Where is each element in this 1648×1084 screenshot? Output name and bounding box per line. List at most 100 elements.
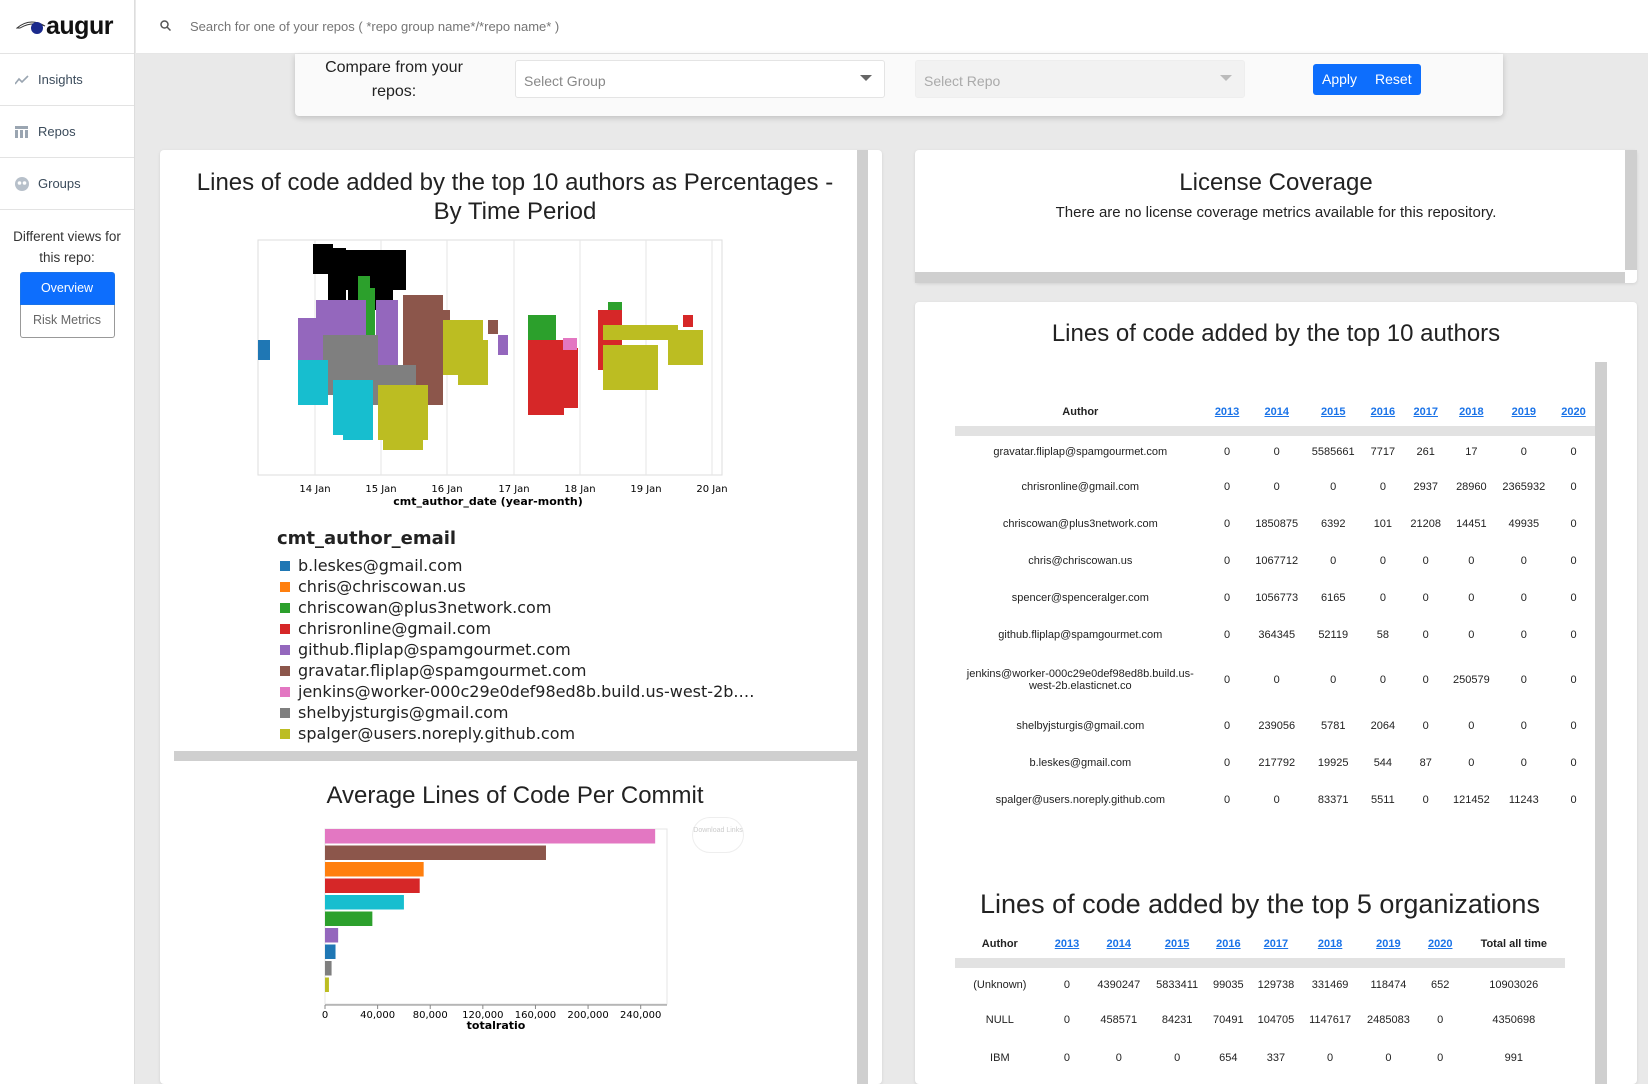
- bar: [325, 944, 336, 959]
- column-header-2013[interactable]: 2013: [1044, 930, 1090, 968]
- bar: [325, 845, 546, 860]
- license-hscrollbar[interactable]: [915, 272, 1625, 283]
- table-cell: 0: [1063, 978, 1071, 991]
- column-header-2019[interactable]: 2019: [1358, 930, 1418, 968]
- apply-button[interactable]: Apply: [1313, 64, 1366, 95]
- views-label: Different views for this repo:: [13, 229, 121, 265]
- table-cell: 121452: [1453, 793, 1490, 806]
- table-cell: 0: [1437, 1014, 1444, 1026]
- table-cell: 0: [1520, 756, 1527, 769]
- column-header-2020[interactable]: 2020: [1552, 398, 1595, 436]
- table-cell: 0: [1570, 446, 1577, 458]
- area-segment: [683, 315, 693, 327]
- x-tick-label: 15 Jan: [365, 484, 396, 495]
- x-axis-label: totalratio: [467, 1019, 526, 1032]
- table-cell: 458571: [1100, 1014, 1138, 1026]
- table-cell: 4350698: [1492, 1014, 1536, 1026]
- sidebar-item-groups[interactable]: Groups: [0, 158, 134, 210]
- sidebar-item-insights[interactable]: Insights: [0, 54, 134, 106]
- table-cell: 19925: [1317, 756, 1349, 769]
- row-label: github.fliplap@spamgourmet.com: [998, 628, 1163, 641]
- augur-logo[interactable]: augur: [0, 0, 134, 54]
- column-header-2015[interactable]: 2015: [1148, 930, 1207, 968]
- column-header-2018[interactable]: 2018: [1447, 398, 1496, 436]
- column-header-2014[interactable]: 2014: [1248, 398, 1305, 436]
- table-icon: [15, 125, 29, 139]
- table-cell: 0: [1379, 591, 1386, 604]
- chevron-down-icon: [1220, 75, 1232, 81]
- table-row: chrisronline@gmail.com 0 0 0 0 2937 28960 23659…: [955, 468, 1595, 505]
- reset-button[interactable]: Reset: [1366, 64, 1421, 95]
- sidebar-item-label: Repos: [38, 124, 76, 139]
- orgs-table: Author 2013 2014 2015 2016 2017 2018 2019 2020 To…: [955, 930, 1565, 1077]
- table-cell: 118474: [1370, 978, 1407, 991]
- area-chart: 14 Jan 15 Jan 16 Jan 17 Jan 18 Jan 19 Jan 20 J…: [257, 239, 728, 508]
- table-cell: 0: [1385, 1052, 1392, 1064]
- legend-swatch: [280, 728, 290, 739]
- table-row: gravatar.fliplap@spamgourmet.com 0 0 558566…: [955, 431, 1595, 468]
- column-header-2016[interactable]: 2016: [1361, 398, 1405, 436]
- legend-item: b.leskes@gmail.com: [280, 556, 462, 575]
- table-cell: 0: [1520, 446, 1527, 458]
- column-header-2020[interactable]: 2020: [1417, 930, 1463, 968]
- table-cell: 261: [1416, 446, 1435, 458]
- row-label: (Unknown): [973, 978, 1027, 991]
- bar-chart: 0 40,000 80,000 120,000 160,000 200,000 240,00…: [322, 828, 668, 1032]
- license-scrollbar[interactable]: [1625, 150, 1637, 270]
- table-cell: 0: [1224, 674, 1231, 686]
- x-tick-label: 19 Jan: [630, 484, 661, 495]
- table-cell: 6165: [1320, 591, 1346, 604]
- column-header-2013[interactable]: 2013: [1205, 398, 1249, 436]
- table-cell: 1147617: [1309, 1014, 1352, 1026]
- table-cell: 7717: [1370, 446, 1396, 458]
- chart-title-avg-loc: Average Lines of Code Per Commit: [326, 782, 704, 809]
- augur-logo-text: augur: [46, 12, 113, 40]
- x-tick-label: 20 Jan: [696, 484, 727, 495]
- area-segment: [458, 340, 488, 385]
- table-cell: 129738: [1257, 978, 1295, 991]
- risk-metrics-button[interactable]: Risk Metrics: [19, 305, 115, 338]
- table-row: jenkins@worker-000c29e0def98ed8b.build.u…: [955, 653, 1595, 707]
- sidebar-item-repos[interactable]: Repos: [0, 106, 134, 158]
- legend-label: chris@chriscowan.us: [298, 577, 466, 596]
- groups-icon: [15, 176, 29, 191]
- overview-button[interactable]: Overview: [19, 272, 115, 305]
- column-header-2016[interactable]: 2016: [1206, 930, 1251, 968]
- column-header-total-all-time: Total all time: [1462, 930, 1565, 968]
- table-cell: 0: [1468, 591, 1475, 604]
- left-card-scrollbar[interactable]: [857, 150, 868, 1084]
- download-links-button[interactable]: Download Links: [692, 817, 744, 853]
- legend-item: github.fliplap@spamgourmet.com: [280, 640, 571, 659]
- area-segment: [603, 325, 678, 340]
- search-input[interactable]: [190, 19, 890, 34]
- select-repo-dropdown[interactable]: Select Repo: [915, 60, 1245, 98]
- x-axis-label: cmt_author_date (year-month): [393, 495, 582, 508]
- chart-hscrollbar[interactable]: [174, 751, 857, 761]
- table-cell: 10903026: [1489, 978, 1539, 991]
- table-cell: 0: [1063, 1052, 1071, 1064]
- table-cell: 0: [1379, 480, 1386, 493]
- table-cell: 5833411: [1156, 978, 1199, 991]
- row-label: spencer@spenceralger.com: [1011, 591, 1149, 604]
- table-cell: 991: [1504, 1052, 1523, 1064]
- select-group-dropdown[interactable]: Select Group: [515, 60, 885, 98]
- table-cell: 0: [1437, 1052, 1444, 1064]
- table-cell: 5511: [1371, 793, 1395, 806]
- legend-item: chriscowan@plus3network.com: [280, 598, 551, 617]
- area-segment: [603, 345, 658, 390]
- table-cell: 87: [1419, 756, 1432, 769]
- row-label: chris@chriscowan.us: [1028, 554, 1133, 567]
- legend-swatch: [280, 644, 290, 655]
- row-label: chrisronline@gmail.com: [1021, 480, 1140, 493]
- column-header-2017[interactable]: 2017: [1250, 930, 1302, 968]
- column-header-2014[interactable]: 2014: [1089, 930, 1149, 968]
- authors-table-scrollbar[interactable]: [1595, 362, 1607, 1084]
- column-header-2019[interactable]: 2019: [1495, 398, 1553, 436]
- column-header-2017[interactable]: 2017: [1404, 398, 1448, 436]
- column-header-2018[interactable]: 2018: [1301, 930, 1359, 968]
- column-header-2015[interactable]: 2015: [1304, 398, 1362, 436]
- table-cell: 0: [1273, 480, 1280, 493]
- row-label: b.leskes@gmail.com: [1029, 756, 1132, 769]
- legend-swatch: [280, 707, 290, 718]
- table-cell: 0: [1379, 674, 1386, 686]
